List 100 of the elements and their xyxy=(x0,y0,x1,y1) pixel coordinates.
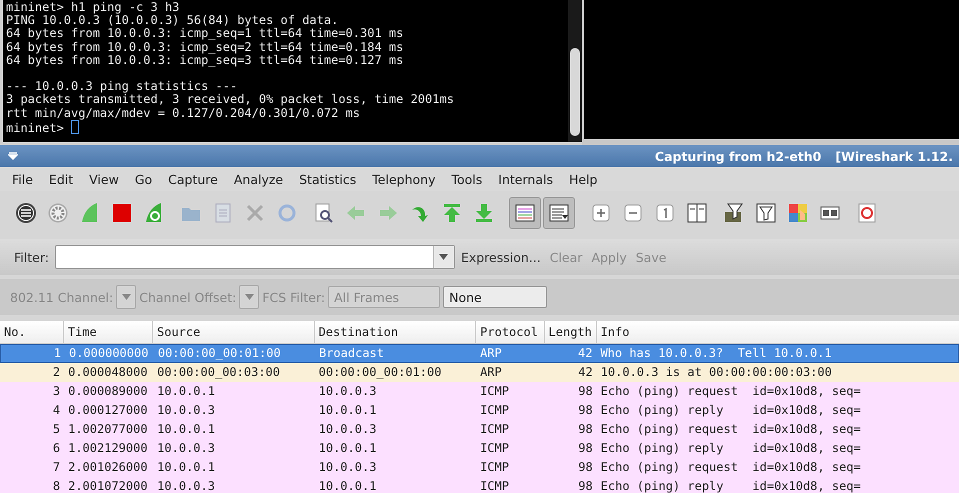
table-cell-text: 42 xyxy=(577,364,594,381)
terminal-line: 64 bytes from 10.0.0.3: icmp_seq=1 ttl=64 time=0.301 ms xyxy=(6,27,404,41)
dropdown-arrow-icon[interactable] xyxy=(439,254,448,260)
cursor-icon xyxy=(71,120,80,134)
table-cell-text: ARP xyxy=(479,364,503,381)
stop-icon[interactable] xyxy=(110,202,132,224)
search-icon[interactable] xyxy=(312,202,334,224)
zoom-in-icon[interactable] xyxy=(590,202,612,224)
menu-item[interactable]: Statistics xyxy=(291,172,364,186)
table-cell-text: Echo (ping) request id=0x10d8, seq= xyxy=(600,383,862,400)
table-cell-text: Echo (ping) reply id=0x10d8, seq= xyxy=(600,440,862,457)
capture-filter-icon[interactable] xyxy=(722,202,744,224)
resize-columns-icon[interactable] xyxy=(686,202,708,224)
menu-item[interactable]: Help xyxy=(560,172,606,186)
packet-row[interactable]: 6 1.002129000 10.0.0.3 10.0.0.1 ICMP 98 Echo (ping) reply id=0x10d8, seq= xyxy=(0,439,959,458)
colorize-button[interactable] xyxy=(509,197,541,229)
filter-label: Filter: xyxy=(14,250,49,264)
table-cell-text: 10.0.0.3 xyxy=(156,402,216,419)
packet-row[interactable]: 3 0.000089000 10.0.0.1 10.0.0.3 ICMP 98 Echo (ping) request id=0x10d8, seq= xyxy=(0,382,959,401)
table-cell-text: ICMP xyxy=(479,421,510,438)
table-cell-text: 10.0.0.1 xyxy=(318,478,378,493)
terminal-line: 64 bytes from 10.0.0.3: icmp_seq=3 ttl=64 time=0.127 ms xyxy=(6,54,404,67)
table-cell-text: Who has 10.0.0.3? Tell 10.0.0.1 xyxy=(599,345,833,362)
column-header[interactable]: Destination xyxy=(314,321,476,343)
table-cell-text: 10.0.0.3 xyxy=(156,440,216,457)
table-cell-text: ICMP xyxy=(479,478,510,493)
column-header[interactable]: Length xyxy=(544,321,597,343)
column-header[interactable]: Info xyxy=(596,321,959,343)
terminal-line: --- 10.0.0.3 ping statistics --- xyxy=(6,80,238,94)
menu-item[interactable]: Telephony xyxy=(364,172,444,186)
gear-icon[interactable] xyxy=(46,202,68,224)
table-cell-text: 6 xyxy=(52,440,62,457)
packet-row[interactable]: 5 1.002077000 10.0.0.1 10.0.0.3 ICMP 98 Echo (ping) request id=0x10d8, seq= xyxy=(0,420,959,439)
channel-offset-dropdown[interactable] xyxy=(239,285,260,309)
column-header[interactable]: No. xyxy=(0,321,64,343)
table-cell-text: ICMP xyxy=(479,440,510,457)
channel-offset-label: Channel Offset: xyxy=(139,290,236,304)
table-cell-text: 2.001026000 xyxy=(67,459,149,476)
table-cell-text: 00:00:00_00:03:00 xyxy=(156,364,281,381)
column-header[interactable]: Time xyxy=(64,321,153,343)
packet-row[interactable]: 7 2.001026000 10.0.0.1 10.0.0.3 ICMP 98 Echo (ping) request id=0x10d8, seq= xyxy=(0,458,959,477)
packet-row[interactable]: 4 0.000127000 10.0.0.3 10.0.0.1 ICMP 98 Echo (ping) reply id=0x10d8, seq= xyxy=(0,401,959,420)
table-cell-text: 10.0.0.3 xyxy=(318,421,378,438)
scrollbar-thumb[interactable] xyxy=(570,48,580,136)
zoom-out-icon[interactable] xyxy=(622,202,644,224)
interface-list-icon[interactable] xyxy=(14,202,36,224)
table-cell-text: 5 xyxy=(52,421,62,438)
filter-field[interactable] xyxy=(54,245,455,269)
menu-item[interactable]: Internals xyxy=(490,172,561,186)
table-cell-text: 00:00:00_00:01:00 xyxy=(156,345,282,362)
window-menu-icon[interactable] xyxy=(8,152,18,160)
table-cell-text: 2.001072000 xyxy=(67,478,149,493)
table-cell-text: 1.002129000 xyxy=(67,440,149,457)
table-cell-text: Echo (ping) request id=0x10d8, seq= xyxy=(600,459,862,476)
decryption-dropdown[interactable]: None xyxy=(443,286,548,308)
table-cell-text: Echo (ping) request id=0x10d8, seq= xyxy=(600,421,862,438)
table-cell-text: 10.0.0.1 xyxy=(318,440,378,457)
column-header[interactable]: Protocol xyxy=(476,321,545,343)
table-cell-text: ICMP xyxy=(479,402,510,419)
table-cell-text: 98 xyxy=(577,478,594,493)
table-cell-text: 98 xyxy=(577,421,594,438)
terminal-line: rtt min/avg/max/mdev = 0.127/0.204/0.301/0.072 ms xyxy=(6,106,362,120)
normal-size-icon[interactable] xyxy=(654,202,676,224)
table-cell-text: 7 xyxy=(52,459,62,476)
terminal-line: 64 bytes from 10.0.0.3: icmp_seq=2 ttl=64 time=0.184 ms xyxy=(6,40,404,54)
column-header[interactable]: Source xyxy=(153,321,315,343)
fcs-filter-label: FCS Filter: xyxy=(262,290,326,304)
table-cell-text: 10.0.0.3 xyxy=(156,478,216,493)
menu-item[interactable]: File xyxy=(4,172,41,186)
channel-dropdown[interactable] xyxy=(116,285,136,309)
terminal-line: mininet> h1 ping -c 3 h3 xyxy=(6,1,180,14)
table-cell-text: Echo (ping) reply id=0x10d8, seq= xyxy=(600,478,862,493)
table-cell-text: 10.0.0.1 xyxy=(156,421,216,438)
app-title: [Wireshark 1.12. xyxy=(835,148,953,164)
terminal-line: PING 10.0.0.3 (10.0.0.3) 56(84) bytes of data. xyxy=(6,14,340,28)
menu-item[interactable]: Go xyxy=(126,172,160,186)
window-title: Capturing from h2-eth0 xyxy=(654,148,822,164)
menu-item[interactable]: View xyxy=(81,172,127,186)
packet-row[interactable]: 8 2.001072000 10.0.0.3 10.0.0.1 ICMP 98 Echo (ping) reply id=0x10d8, seq= xyxy=(0,477,959,493)
table-cell-text: 8 xyxy=(52,478,62,493)
table-cell-text: 10.0.0.3 xyxy=(318,459,378,476)
table-cell-text: 98 xyxy=(577,383,594,400)
table-cell-text: Broadcast xyxy=(318,345,385,362)
display-filter-icon[interactable] xyxy=(754,202,776,224)
channel-label: 802.11 Channel: xyxy=(10,290,114,304)
menu-item[interactable]: Edit xyxy=(40,172,82,186)
menu-item[interactable]: Tools xyxy=(443,172,490,186)
menu-item[interactable]: Capture xyxy=(160,172,226,186)
coloring-rules-icon[interactable] xyxy=(786,202,808,224)
table-cell-text: 00:00:00_00:01:00 xyxy=(318,364,442,381)
menu-item[interactable]: Analyze xyxy=(226,172,292,186)
caret-icon xyxy=(122,294,131,300)
table-cell-text: 2 xyxy=(52,364,62,381)
table-cell-text: 98 xyxy=(577,440,594,457)
filter-action-link[interactable]: Expression... xyxy=(460,250,541,264)
autoscroll-button[interactable] xyxy=(543,197,575,229)
table-cell-text: 3 xyxy=(52,383,62,400)
colorize-icon xyxy=(514,202,536,224)
table-cell-text: 0.000127000 xyxy=(67,402,149,419)
packet-row[interactable]: 2 0.000048000 00:00:00_00:03:00 00:00:00_00:01:00 ARP 42 10.0.0.3 is at 00:00:00:00:03:00 xyxy=(0,363,959,382)
